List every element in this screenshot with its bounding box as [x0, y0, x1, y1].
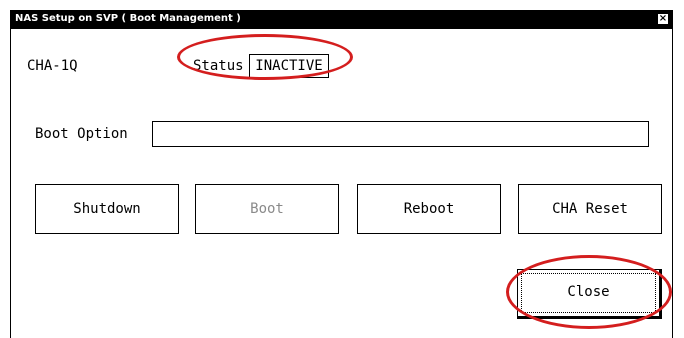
boot-option-label: Boot Option	[35, 126, 128, 142]
close-window-icon[interactable]: ×	[657, 13, 669, 25]
shutdown-button[interactable]: Shutdown	[35, 184, 179, 234]
device-name-label: CHA-1Q	[27, 58, 78, 74]
close-button[interactable]: Close	[517, 269, 662, 319]
boot-management-window: NAS Setup on SVP ( Boot Management ) × C…	[10, 10, 673, 338]
close-button-label: Close	[567, 284, 610, 300]
status-label: Status	[193, 58, 244, 74]
reboot-button[interactable]: Reboot	[357, 184, 501, 234]
boot-option-input[interactable]	[152, 121, 649, 147]
window-title: NAS Setup on SVP ( Boot Management )	[15, 13, 241, 24]
status-value: INACTIVE	[249, 54, 329, 78]
boot-button[interactable]: Boot	[195, 184, 339, 234]
cha-reset-button[interactable]: CHA Reset	[518, 184, 662, 234]
title-bar[interactable]: NAS Setup on SVP ( Boot Management ) ×	[11, 11, 672, 29]
